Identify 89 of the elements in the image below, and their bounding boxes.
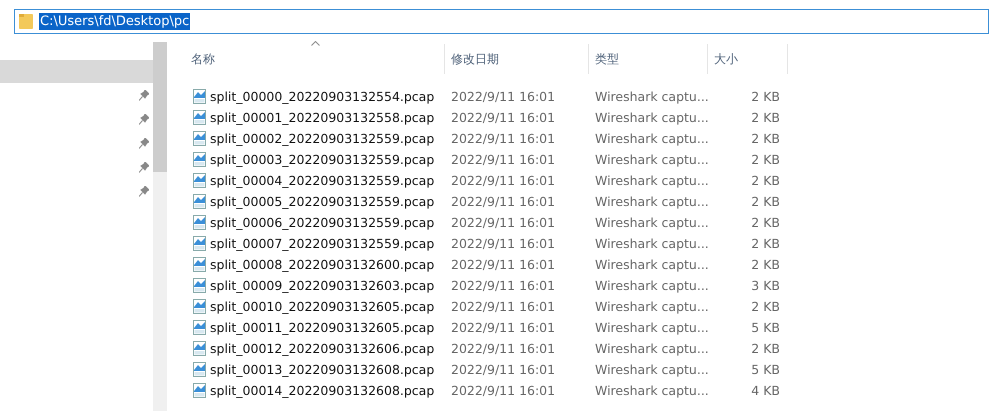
address-bar[interactable]: C:\Users\fd\Desktop\pc — [14, 8, 989, 34]
file-name[interactable]: split_00007_20220903132559.pcap — [185, 236, 445, 251]
file-name[interactable]: split_00009_20220903132603.pcap — [185, 278, 445, 293]
file-icon — [193, 215, 206, 230]
file-name[interactable]: split_00000_20220903132554.pcap — [185, 89, 445, 104]
column-header[interactable]: 名称 — [185, 44, 445, 74]
file-name[interactable]: split_00002_20220903132559.pcap — [185, 131, 445, 146]
modified-date: 2022/9/11 16:01 — [450, 236, 556, 251]
modified-date: 2022/9/11 16:01 — [450, 110, 556, 125]
file-type: Wireshark captu... — [594, 383, 708, 398]
file-icon — [193, 110, 206, 125]
column-header[interactable]: 类型 — [589, 44, 708, 74]
column-header[interactable]: 修改日期 — [445, 44, 589, 74]
file-type: Wireshark captu... — [594, 341, 708, 356]
file-type: Wireshark captu... — [594, 362, 708, 377]
file-size: 2 KB — [750, 173, 781, 188]
file-icon — [193, 278, 206, 293]
file-icon — [193, 89, 206, 104]
file-size: 5 KB — [750, 362, 781, 377]
file-type: Wireshark captu... — [594, 131, 708, 146]
file-type: Wireshark captu... — [594, 152, 708, 167]
file-icon — [193, 341, 206, 356]
modified-date: 2022/9/11 16:01 — [450, 194, 556, 209]
modified-date: 2022/9/11 16:01 — [450, 362, 556, 377]
file-size: 2 KB — [750, 131, 781, 146]
file-icon — [193, 236, 206, 251]
modified-date: 2022/9/11 16:01 — [450, 152, 556, 167]
modified-date: 2022/9/11 16:01 — [450, 215, 556, 230]
file-type: Wireshark captu... — [594, 110, 708, 125]
file-icon — [193, 173, 206, 188]
modified-date: 2022/9/11 16:01 — [450, 320, 556, 335]
file-name[interactable]: split_00003_20220903132559.pcap — [185, 152, 445, 167]
file-size: 2 KB — [750, 299, 781, 314]
file-name[interactable]: split_00011_20220903132605.pcap — [185, 320, 445, 335]
file-icon — [193, 152, 206, 167]
file-size: 2 KB — [750, 152, 781, 167]
address-path: C:\Users\fd\Desktop\pc — [39, 12, 190, 30]
modified-date: 2022/9/11 16:01 — [450, 173, 556, 188]
scrollbar-thumb[interactable] — [153, 42, 167, 172]
folder-icon — [19, 13, 33, 29]
file-icon — [193, 257, 206, 272]
file-size: 2 KB — [750, 194, 781, 209]
file-name[interactable]: split_00008_20220903132600.pcap — [185, 257, 445, 272]
pin-icon[interactable] — [139, 162, 149, 172]
file-type: Wireshark captu... — [594, 320, 708, 335]
file-size: 2 KB — [750, 215, 781, 230]
file-name[interactable]: split_00005_20220903132559.pcap — [185, 194, 445, 209]
file-name[interactable]: split_00006_20220903132559.pcap — [185, 215, 445, 230]
file-icon — [193, 320, 206, 335]
file-size: 3 KB — [750, 278, 781, 293]
file-name[interactable]: split_00014_20220903132608.pcap — [185, 383, 445, 398]
pin-icon[interactable] — [139, 114, 149, 124]
file-type: Wireshark captu... — [594, 194, 708, 209]
modified-date: 2022/9/11 16:01 — [450, 89, 556, 104]
file-size: 2 KB — [750, 236, 781, 251]
file-type: Wireshark captu... — [594, 278, 708, 293]
modified-date: 2022/9/11 16:01 — [450, 299, 556, 314]
file-icon — [193, 362, 206, 377]
file-size: 5 KB — [750, 320, 781, 335]
modified-date: 2022/9/11 16:01 — [450, 341, 556, 356]
file-size: 2 KB — [750, 257, 781, 272]
file-type: Wireshark captu... — [594, 173, 708, 188]
file-type: Wireshark captu... — [594, 215, 708, 230]
modified-date: 2022/9/11 16:01 — [450, 383, 556, 398]
modified-date: 2022/9/11 16:01 — [450, 131, 556, 146]
file-name[interactable]: split_00012_20220903132606.pcap — [185, 341, 445, 356]
modified-date: 2022/9/11 16:01 — [450, 257, 556, 272]
modified-date: 2022/9/11 16:01 — [450, 278, 556, 293]
pin-icon[interactable] — [139, 90, 149, 100]
file-size: 2 KB — [750, 110, 781, 125]
file-size: 4 KB — [750, 383, 781, 398]
scrollbar[interactable] — [153, 42, 167, 411]
file-size: 2 KB — [750, 89, 781, 104]
file-type: Wireshark captu... — [594, 299, 708, 314]
file-name[interactable]: split_00001_20220903132558.pcap — [185, 110, 445, 125]
file-icon — [193, 299, 206, 314]
pin-icon[interactable] — [139, 138, 149, 148]
file-type: Wireshark captu... — [594, 89, 708, 104]
file-type: Wireshark captu... — [594, 257, 708, 272]
column-header[interactable]: 大小 — [708, 44, 788, 74]
file-name[interactable]: split_00004_20220903132559.pcap — [185, 173, 445, 188]
file-icon — [193, 194, 206, 209]
file-icon — [193, 131, 206, 146]
file-icon — [193, 383, 206, 398]
file-type: Wireshark captu... — [594, 236, 708, 251]
file-size: 2 KB — [750, 341, 781, 356]
file-name[interactable]: split_00013_20220903132608.pcap — [185, 362, 445, 377]
pin-icon[interactable] — [139, 186, 149, 196]
file-name[interactable]: split_00010_20220903132605.pcap — [185, 299, 445, 314]
